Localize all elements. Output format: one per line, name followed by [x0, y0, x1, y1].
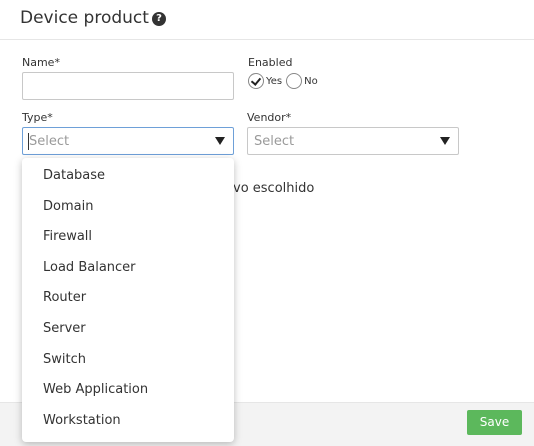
vendor-label: Vendor*	[247, 111, 292, 124]
enabled-yes-radio[interactable]	[248, 73, 264, 89]
dropdown-option-domain[interactable]: Domain	[22, 192, 234, 223]
enabled-radio-group: Yes No	[248, 72, 322, 90]
enabled-no-radio[interactable]	[286, 73, 303, 89]
chevron-down-icon	[440, 137, 450, 145]
partial-file-status: vo escolhido	[233, 181, 315, 196]
vendor-select-placeholder: Select	[254, 134, 295, 149]
enabled-no-label: No	[304, 75, 318, 87]
type-select[interactable]: Select	[22, 127, 234, 155]
dropdown-option-firewall[interactable]: Firewall	[22, 222, 234, 253]
dropdown-option-server[interactable]: Server	[22, 314, 234, 345]
name-label: Name*	[22, 56, 60, 69]
help-icon[interactable]: ?	[152, 12, 166, 26]
dropdown-option-workstation[interactable]: Workstation	[22, 406, 234, 437]
dropdown-option-load-balancer[interactable]: Load Balancer	[22, 253, 234, 284]
name-input[interactable]	[22, 72, 234, 100]
modal-title: Device product	[20, 8, 149, 28]
dropdown-option-database[interactable]: Database	[22, 161, 234, 192]
vendor-select[interactable]: Select	[247, 127, 459, 155]
type-label: Type*	[22, 111, 53, 124]
type-dropdown-menu: Database Domain Firewall Load Balancer R…	[22, 158, 234, 442]
enabled-yes-label: Yes	[266, 75, 283, 87]
chevron-down-icon	[215, 137, 225, 145]
dropdown-option-switch[interactable]: Switch	[22, 345, 234, 376]
save-button[interactable]: Save	[467, 410, 522, 435]
dropdown-option-web-application[interactable]: Web Application	[22, 375, 234, 406]
dropdown-option-router[interactable]: Router	[22, 283, 234, 314]
modal-header: Device product ?	[0, 0, 534, 40]
type-select-placeholder: Select	[29, 134, 70, 149]
enabled-label: Enabled	[248, 56, 293, 69]
